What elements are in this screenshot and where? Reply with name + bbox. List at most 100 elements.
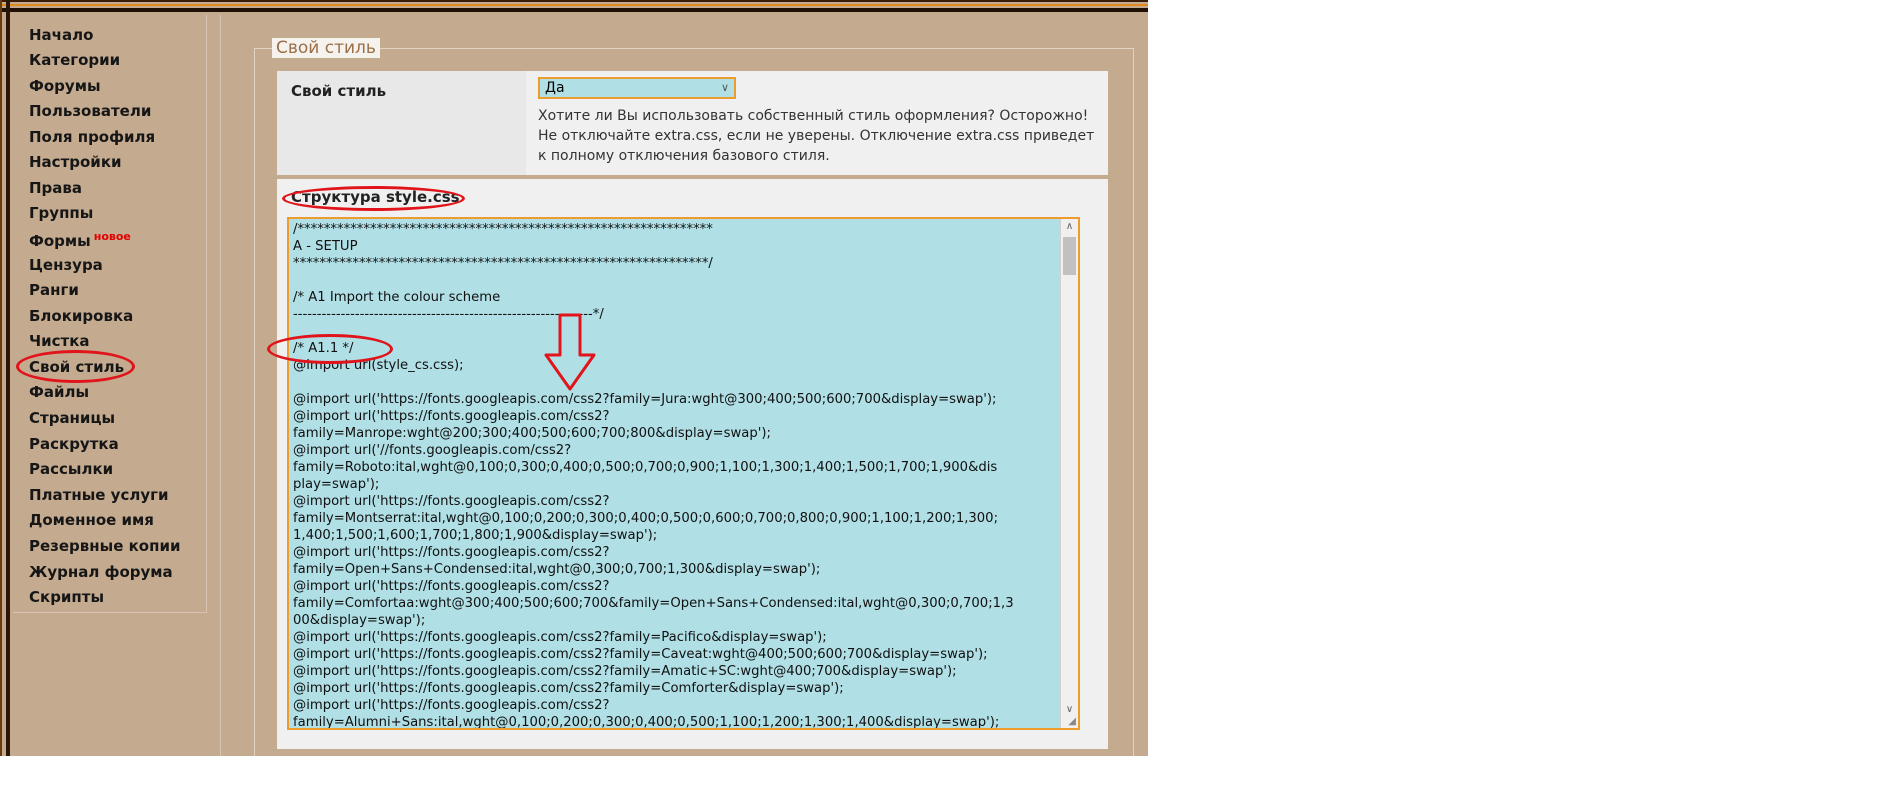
sidebar-item[interactable]: Чистка <box>29 332 90 350</box>
code-line: @import url('https://fonts.googleapis.co… <box>293 647 988 662</box>
sidebar-item-label: Страницы <box>29 409 116 427</box>
code-line: 1,400;1,500;1,600;1,700;1,800;1,900&disp… <box>293 528 658 543</box>
sidebar-item-label: Резервные копии <box>29 537 181 555</box>
own-style-label-text: Свой стиль <box>291 82 387 100</box>
structure-row: Структура style.css /*******************… <box>277 179 1108 749</box>
sidebar-item[interactable]: Формы новое <box>29 230 131 250</box>
code-line: @import url(style_cs.css); <box>293 358 464 373</box>
annotation-circle-title <box>282 186 465 211</box>
sidebar-item-label: Доменное имя <box>29 511 154 529</box>
sidebar-item[interactable]: Страницы <box>29 409 115 427</box>
style-css-content: /***************************************… <box>293 221 1063 730</box>
sidebar-item-label: Рассылки <box>29 460 114 478</box>
code-line: @import url('https://fonts.googleapis.co… <box>293 392 997 407</box>
own-style-control: Да ∨ Хотите ли Вы использовать собственн… <box>526 71 1108 175</box>
code-line: @import url('https://fonts.googleapis.co… <box>293 630 827 645</box>
fieldset-legend: Свой стиль <box>272 38 380 58</box>
sidebar-item-label: Раскрутка <box>29 435 119 453</box>
code-line: family=Alumni+Sans:ital,wght@0,100;0,200… <box>293 715 1000 730</box>
code-line: family=Open+Sans+Condensed:ital,wght@0,3… <box>293 562 821 577</box>
sidebar-item[interactable]: Права <box>29 179 82 197</box>
sidebar-item[interactable]: Скрипты <box>29 588 104 606</box>
sidebar-item-label: Настройки <box>29 153 122 171</box>
code-line: @import url('https://fonts.googleapis.co… <box>293 681 844 696</box>
divider <box>220 15 221 756</box>
code-line: play=swap'); <box>293 477 380 492</box>
new-badge: новое <box>93 230 131 243</box>
style-css-textarea[interactable]: /***************************************… <box>287 217 1080 730</box>
code-line: @import url('https://fonts.googleapis.co… <box>293 494 610 509</box>
sidebar-item-label: Блокировка <box>29 307 134 325</box>
own-style-select[interactable]: Да ∨ <box>538 77 736 99</box>
code-line: family=Montserrat:ital,wght@0,100;0,200;… <box>293 511 999 526</box>
code-line: family=Roboto:ital,wght@0,100;0,300;0,40… <box>293 460 998 475</box>
sidebar-item-label: Цензура <box>29 256 103 274</box>
code-line: @import url('https://fonts.googleapis.co… <box>293 698 610 713</box>
sidebar-item[interactable]: Раскрутка <box>29 435 119 453</box>
sidebar-item[interactable]: Поля профиля <box>29 128 155 146</box>
scroll-up-icon[interactable]: ∧ <box>1061 219 1078 235</box>
sidebar-item[interactable]: Журнал форума <box>29 563 173 581</box>
sidebar-item[interactable]: Цензура <box>29 256 103 274</box>
sidebar-item[interactable]: Категории <box>29 51 120 69</box>
code-line: /***************************************… <box>293 222 713 237</box>
code-line: @import url('https://fonts.googleapis.co… <box>293 664 957 679</box>
sidebar-item[interactable]: Блокировка <box>29 307 133 325</box>
code-line: family=Comfortaa:wght@300;400;500;600;70… <box>293 596 1014 611</box>
code-line: @import url('//fonts.googleapis.com/css2… <box>293 443 572 458</box>
admin-panel: Начало Категории Форумы Пользователи Поля пр… <box>0 0 1148 756</box>
sidebar-item[interactable]: Начало <box>29 26 93 44</box>
sidebar-item[interactable]: Группы <box>29 204 93 222</box>
scrollbar-thumb[interactable] <box>1063 237 1076 275</box>
code-line: /* A1 Import the colour scheme <box>293 290 501 305</box>
own-style-help-text: Хотите ли Вы использовать собственный ст… <box>538 108 1095 164</box>
sidebar-item-label: Скрипты <box>29 588 105 606</box>
sidebar-item-label: Группы <box>29 204 94 222</box>
sidebar-item[interactable]: Ранги <box>29 281 79 299</box>
own-style-label: Свой стиль <box>277 71 526 175</box>
sidebar-item-label: Начало <box>29 26 94 44</box>
sidebar-item-label: Форумы <box>29 77 101 95</box>
sidebar-item-label: Формы <box>29 232 91 250</box>
sidebar-item-label: Ранги <box>29 281 79 299</box>
left-border <box>6 0 10 756</box>
sidebar-item[interactable]: Форумы <box>29 77 101 95</box>
code-line: family=Manrope:wght@200;300;400;500;600;… <box>293 426 771 441</box>
own-style-row: Свой стиль Да ∨ Хотите ли Вы использоват… <box>277 71 1108 175</box>
sidebar-item-label: Права <box>29 179 83 197</box>
own-style-select-value: Да <box>545 80 565 96</box>
top-border <box>0 8 1148 12</box>
code-line: @import url('https://fonts.googleapis.co… <box>293 409 610 424</box>
annotation-circle-a11 <box>267 334 393 364</box>
code-line: 00&display=swap'); <box>293 613 426 628</box>
chevron-down-icon: ∨ <box>720 81 729 94</box>
sidebar-item-label: Платные услуги <box>29 486 169 504</box>
annotation-circle-sidebar <box>16 350 135 383</box>
sidebar-item[interactable]: Файлы <box>29 383 89 401</box>
code-line: /* A1.1 */ <box>293 341 354 356</box>
sidebar-item[interactable]: Платные услуги <box>29 486 168 504</box>
sidebar-item-label: Журнал форума <box>29 563 173 581</box>
code-line: ----------------------------------------… <box>293 307 604 322</box>
left-border <box>0 0 2 756</box>
sidebar-item-label: Категории <box>29 51 121 69</box>
sidebar-item[interactable]: Рассылки <box>29 460 113 478</box>
code-line: @import url('https://fonts.googleapis.co… <box>293 579 610 594</box>
code-line: @import url('https://fonts.googleapis.co… <box>293 545 610 560</box>
code-line: ****************************************… <box>293 256 713 271</box>
sidebar-item-label: Поля профиля <box>29 128 156 146</box>
sidebar-item-label: Чистка <box>29 332 90 350</box>
sidebar-item[interactable]: Пользователи <box>29 102 151 120</box>
sidebar-item[interactable]: Настройки <box>29 153 122 171</box>
sidebar-nav: Начало Категории Форумы Пользователи Поля пр… <box>13 15 207 613</box>
sidebar-item[interactable]: Доменное имя <box>29 511 154 529</box>
down-arrow-annotation <box>544 313 596 391</box>
sidebar-item-label: Файлы <box>29 383 90 401</box>
sidebar-item[interactable]: Резервные копии <box>29 537 180 555</box>
textarea-scrollbar[interactable]: ∧ ∨ <box>1060 219 1078 728</box>
resize-grip-icon[interactable]: ◢ <box>1068 716 1076 727</box>
sidebar-item-label: Пользователи <box>29 102 152 120</box>
